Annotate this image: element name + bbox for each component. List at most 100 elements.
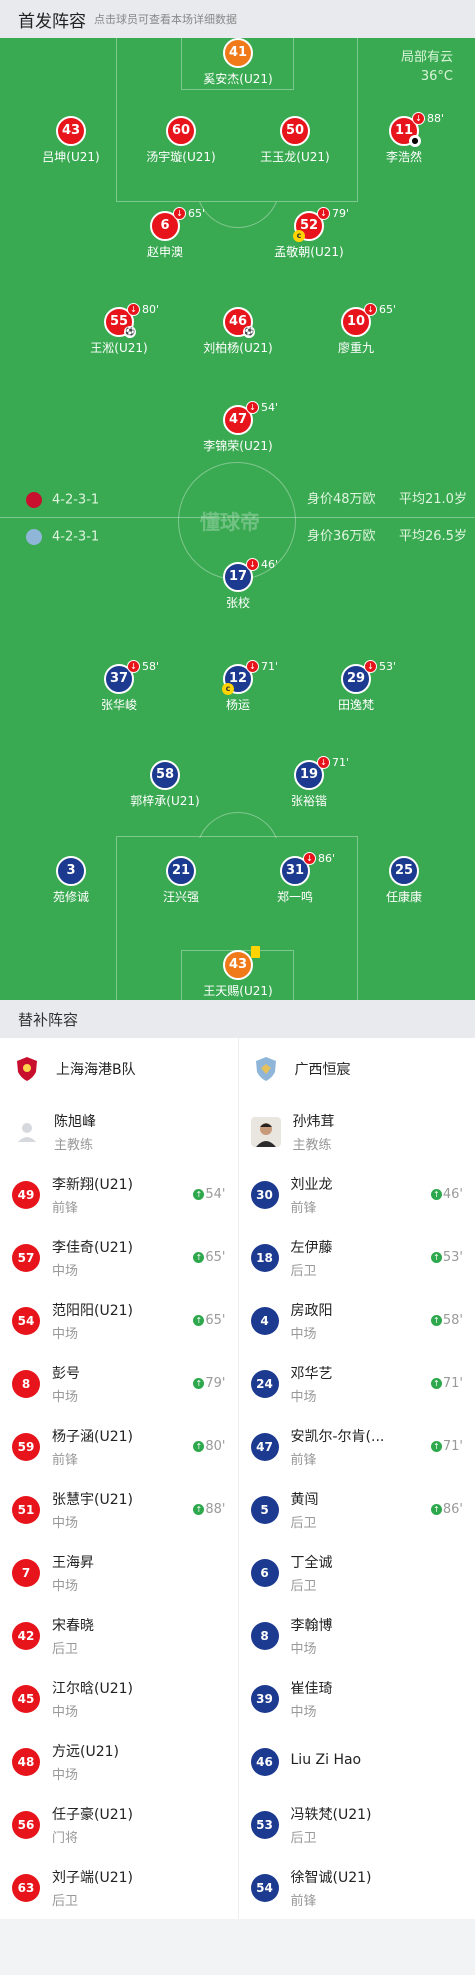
jersey-number: 42 (12, 1621, 40, 1650)
home-player[interactable]: 10 ↓ 65' 廖重九 (296, 303, 416, 356)
sub-off-icon: ↓ (127, 303, 140, 316)
away-player[interactable]: 19 ↓ 71' 张裕锴 (249, 756, 369, 809)
home-player[interactable]: 60 汤宇璇(U21) (121, 116, 241, 165)
jersey-number: 29 ↓ 53' (341, 660, 396, 694)
sub-player-row[interactable]: 57 李佳奇(U21) 中场 ↑ 65' (0, 1226, 238, 1289)
sub-player-row[interactable]: 54 范阳阳(U21) 中场 ↑ 65' (0, 1289, 238, 1352)
away-player[interactable]: 29 ↓ 53' 田逸梵 (296, 660, 416, 713)
sub-player-row[interactable]: 18 左伊藤 后卫 ↑ 53' (239, 1226, 475, 1289)
player-name: 张裕锴 (290, 794, 327, 808)
sub-player-row[interactable]: 47 安凯尔-尔肯(... 前锋 ↑ 71' (239, 1415, 475, 1478)
home-player[interactable]: 41 奚安杰(U21) (178, 38, 298, 87)
home-player[interactable]: 50 王玉龙(U21) (235, 116, 355, 165)
sub-off-marker: ↓ 88' (412, 112, 444, 126)
away-team-row[interactable]: 广西恒宸 (239, 1038, 475, 1100)
jersey-number: 50 (280, 116, 310, 146)
sub-player-row[interactable]: 5 黄闯 后卫 ↑ 86' (239, 1478, 475, 1541)
away-subs-column: 广西恒宸 孙炜茸 主教练 30 刘业龙 前锋 ↑ 46' 18 左伊藤 后卫 ↑ 53' 4 房政阳中… (237, 1038, 475, 1919)
away-player[interactable]: 58 郭梓承(U21) (105, 760, 225, 809)
sub-on-icon: ↑ (430, 1252, 442, 1263)
player-info: 彭号 中场 (52, 1363, 189, 1405)
away-player[interactable]: 12 ↓ 71' c 杨运 (178, 660, 298, 713)
player-info: 张慧宇(U21) 中场 (52, 1489, 189, 1531)
player-position: 中场 (290, 1389, 317, 1405)
player-name: 王淞(U21) (90, 341, 148, 355)
sub-player-row[interactable]: 39 崔佳琦 中场 (239, 1667, 475, 1730)
player-name: 杨子涵(U21) (52, 1428, 133, 1445)
sub-player-row[interactable]: 63 刘子端(U21) 后卫 (0, 1856, 238, 1919)
home-player[interactable]: 6 ↓ 65' 赵申澳 (105, 207, 225, 260)
home-team-row[interactable]: 上海海港B队 (0, 1038, 238, 1100)
home-player[interactable]: 47 ↓ 54' 李锦荣(U21) (178, 401, 298, 454)
away-player[interactable]: 3 苑修诚 (11, 856, 131, 905)
player-position: 中场 (52, 1389, 79, 1405)
away-team-logo-icon (255, 1057, 276, 1081)
player-name: 王玉龙(U21) (260, 150, 330, 164)
jersey-number: 3 (56, 856, 86, 886)
home-player[interactable]: 52 ↓ 79' c 孟敬朝(U21) (249, 207, 369, 260)
player-info: 李佳奇(U21) 中场 (52, 1237, 189, 1279)
player-info: 任子豪(U21) 门将 (52, 1804, 226, 1846)
home-player[interactable]: 55 ↓ 80' ⚽ 王淞(U21) (59, 303, 179, 356)
sub-player-row[interactable]: 30 刘业龙 前锋 ↑ 46' (239, 1163, 475, 1226)
jersey-number: 25 (389, 856, 419, 886)
player-name: 彭号 (52, 1365, 80, 1382)
player-info: 徐智诚(U21) 前锋 (291, 1867, 464, 1909)
player-name: Liu Zi Hao (290, 1752, 362, 1768)
sub-player-row[interactable]: 51 张慧宇(U21) 中场 ↑ 88' (0, 1478, 238, 1541)
away-coach-row[interactable]: 孙炜茸 主教练 (239, 1100, 475, 1163)
away-team-name: 广西恒宸 (294, 1062, 351, 1078)
player-position: 中场 (52, 1767, 79, 1783)
sub-player-row[interactable]: 46 Liu Zi Hao (239, 1730, 475, 1793)
away-player[interactable]: 37 ↓ 58' 张华峻 (59, 660, 179, 713)
sub-on-icon: ↑ (193, 1378, 205, 1389)
away-player[interactable]: 25 任康康 (344, 856, 464, 905)
sub-player-row[interactable]: 48 方远(U21) 中场 (0, 1730, 238, 1793)
home-player[interactable]: 46 ⚽ 刘柏杨(U21) (178, 307, 298, 356)
player-name: 丁全诚 (290, 1554, 333, 1571)
player-name: 黄闯 (290, 1491, 319, 1508)
sub-on-time: ↑ 79' (193, 1376, 226, 1391)
sub-player-row[interactable]: 8 李翰博 中场 (239, 1604, 475, 1667)
lineup-hint: 点击球员可查看本场详细数据 (94, 13, 237, 26)
player-name: 徐智诚(U21) (290, 1869, 372, 1886)
away-player[interactable]: 17 ↓ 46' 张校 (178, 558, 298, 611)
sub-player-row[interactable]: 59 杨子涵(U21) 前锋 ↑ 80' (0, 1415, 238, 1478)
player-position: 后卫 (290, 1263, 317, 1279)
jersey-number: 46 (250, 1747, 279, 1776)
sub-off-marker: ↓ 71' (246, 660, 278, 674)
sub-player-row[interactable]: 7 王海昇 中场 (0, 1541, 238, 1604)
away-player[interactable]: 43 王天赐(U21) (178, 946, 298, 999)
sub-off-icon: ↓ (246, 401, 259, 414)
player-info: 崔佳琦 中场 (291, 1678, 464, 1720)
sub-player-row[interactable]: 4 房政阳 中场 ↑ 58' (239, 1289, 475, 1352)
home-coach-row[interactable]: 陈旭峰 主教练 (0, 1100, 238, 1163)
sub-player-row[interactable]: 56 任子豪(U21) 门将 (0, 1793, 238, 1856)
home-player[interactable]: 11 ↓ 88' ● 李浩然 (344, 112, 464, 165)
home-player[interactable]: 43 吕坤(U21) (11, 116, 131, 165)
player-info: 安凯尔-尔肯(... 前锋 (291, 1426, 427, 1468)
sub-player-row[interactable]: 45 江尔晗(U21) 中场 (0, 1667, 238, 1730)
away-player[interactable]: 31 ↓ 86' 郑一鸣 (235, 852, 355, 905)
coach-role: 主教练 (292, 1137, 332, 1153)
sub-player-row[interactable]: 42 宋春晓 后卫 (0, 1604, 238, 1667)
sub-player-row[interactable]: 54 徐智诚(U21) 前锋 (239, 1856, 475, 1919)
jersey-number: 51 (12, 1495, 40, 1524)
weather-condition: 局部有云 (400, 50, 453, 65)
sub-player-row[interactable]: 8 彭号 中场 ↑ 79' (0, 1352, 238, 1415)
sub-player-row[interactable]: 53 冯轶梵(U21) 后卫 (239, 1793, 475, 1856)
sub-off-marker: ↓ 46' (246, 558, 278, 572)
sub-off-marker: ↓ 71' (317, 756, 349, 770)
away-player[interactable]: 21 汪兴强 (121, 856, 241, 905)
player-name: 赵申澳 (146, 245, 183, 259)
yellow-card-icon (251, 946, 260, 958)
home-formation: 4-2-3-1 (26, 492, 99, 509)
sub-player-row[interactable]: 49 李新翔(U21) 前锋 ↑ 54' (0, 1163, 238, 1226)
jersey-number: 59 (12, 1432, 40, 1461)
jersey-number: 48 (12, 1747, 40, 1776)
sub-off-icon: ↓ (317, 207, 330, 220)
player-info: 王海昇 中场 (52, 1552, 226, 1594)
sub-player-row[interactable]: 24 邓华艺 中场 ↑ 71' (239, 1352, 475, 1415)
sub-player-row[interactable]: 6 丁全诚 后卫 (239, 1541, 475, 1604)
jersey-number: 47 (250, 1432, 279, 1461)
